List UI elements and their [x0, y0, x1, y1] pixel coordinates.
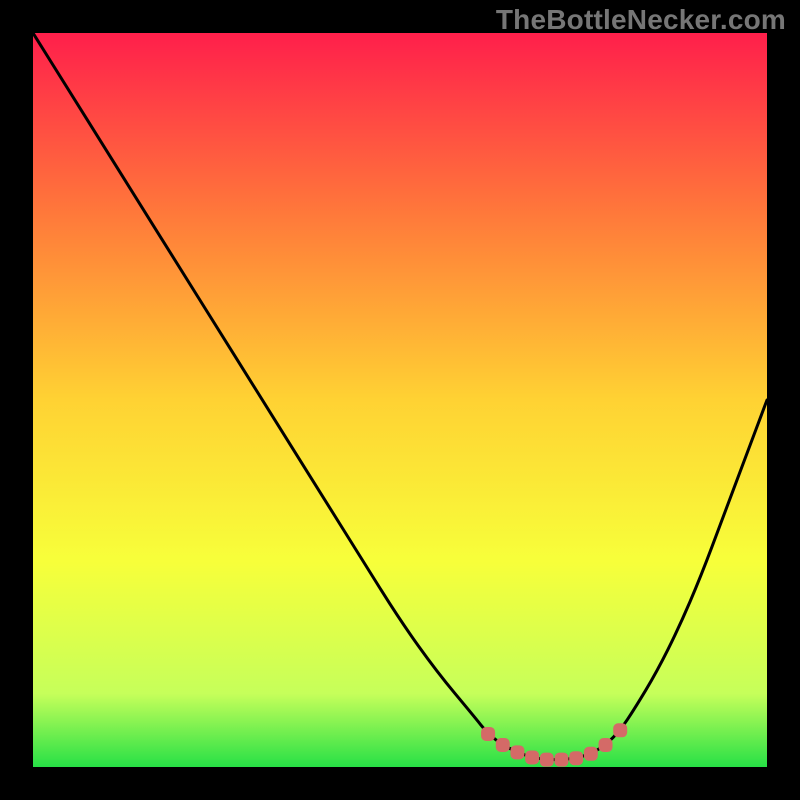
- optimal-marker: [510, 745, 524, 759]
- optimal-marker: [613, 723, 627, 737]
- optimal-marker: [554, 753, 568, 767]
- optimal-marker: [525, 750, 539, 764]
- bottleneck-chart: [33, 33, 767, 767]
- optimal-marker: [584, 747, 598, 761]
- watermark-text: TheBottleNecker.com: [496, 4, 786, 36]
- chart-frame: TheBottleNecker.com: [0, 0, 800, 800]
- optimal-marker: [481, 727, 495, 741]
- optimal-marker: [569, 751, 583, 765]
- optimal-marker: [599, 738, 613, 752]
- plot-area: [33, 33, 767, 767]
- gradient-background: [33, 33, 767, 767]
- optimal-marker: [540, 753, 554, 767]
- optimal-marker: [496, 738, 510, 752]
